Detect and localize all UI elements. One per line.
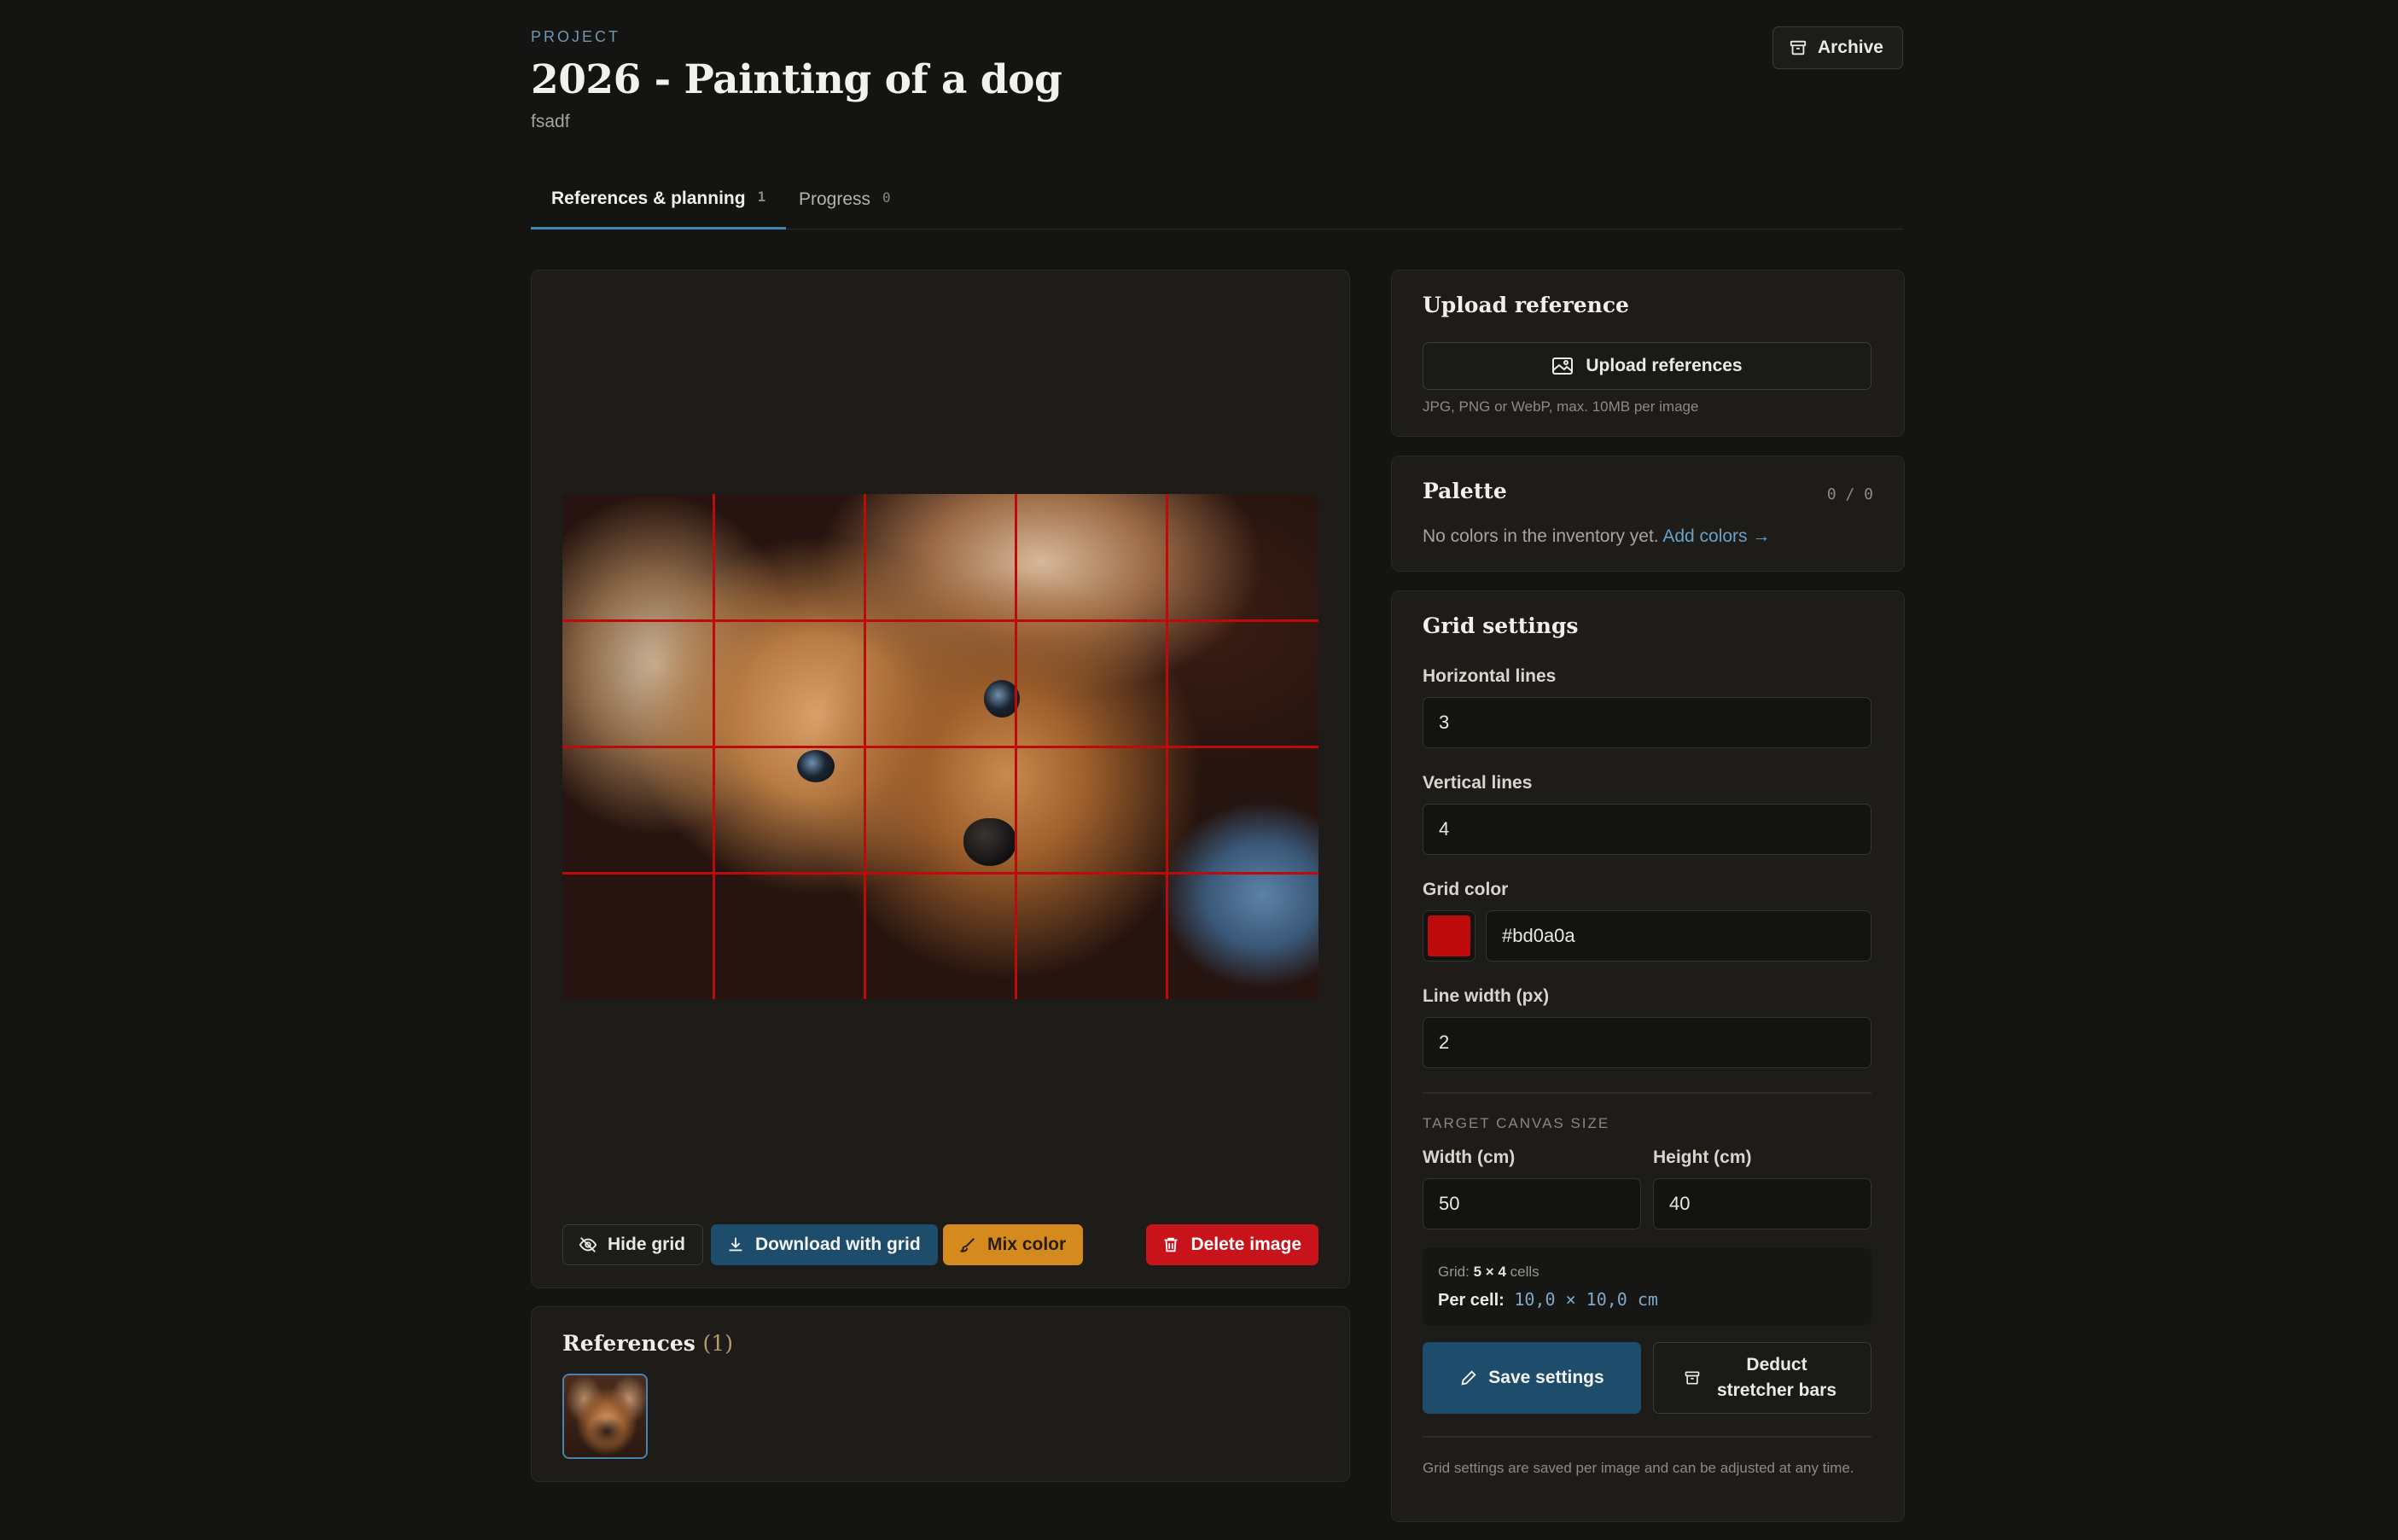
references-title: References (1): [562, 1331, 733, 1356]
section-divider: [1423, 1436, 1871, 1438]
mix-color-label: Mix color: [987, 1235, 1067, 1254]
line-width-input[interactable]: 2: [1423, 1017, 1871, 1068]
hide-grid-label: Hide grid: [608, 1235, 686, 1254]
trash-icon: [1161, 1235, 1180, 1254]
per-cell-value: 10,0 × 10,0 cm: [1514, 1289, 1658, 1310]
upload-reference-card: Upload reference Upload references JPG, …: [1391, 270, 1905, 437]
grid-line-horizontal: [562, 619, 1318, 622]
archive-icon: [1789, 38, 1807, 57]
canvas-width-input[interactable]: 50: [1423, 1178, 1641, 1229]
horizontal-lines-input[interactable]: 3: [1423, 697, 1871, 748]
image-action-bar: Hide grid Download with grid Mix color D…: [562, 1224, 1318, 1265]
brush-icon: [958, 1235, 977, 1254]
grid-cell-count: Grid: 5 × 4 cells: [1438, 1264, 1539, 1281]
grid-settings-footnote: Grid settings are saved per image and ca…: [1423, 1460, 1854, 1476]
canvas-width-label: Width (cm): [1423, 1148, 1516, 1167]
page-title: 2026 - Painting of a dog: [531, 56, 1062, 103]
deduct-stretcher-bars-button[interactable]: Deduct stretcher bars: [1653, 1342, 1871, 1414]
tab-bar: References & planning 1 Progress 0: [531, 171, 1903, 230]
vertical-lines-input[interactable]: 4: [1423, 804, 1871, 855]
project-eyebrow: PROJECT: [531, 28, 621, 45]
dog-nose: [963, 818, 1016, 866]
image-viewer-card: Hide grid Download with grid Mix color D…: [531, 270, 1350, 1288]
palette-count: 0 / 0: [1826, 485, 1873, 503]
grid-line-horizontal: [562, 872, 1318, 875]
section-divider: [1423, 1092, 1871, 1094]
per-cell-label: Per cell:: [1438, 1291, 1505, 1310]
grid-summary-rows: 4: [1498, 1264, 1506, 1280]
grid-summary-cols: 5: [1473, 1264, 1482, 1280]
archive-label: Archive: [1817, 38, 1883, 57]
grid-summary-times: ×: [1485, 1264, 1494, 1280]
download-with-grid-button[interactable]: Download with grid: [711, 1224, 938, 1265]
upload-hint: JPG, PNG or WebP, max. 10MB per image: [1423, 398, 1699, 415]
tab-references-planning[interactable]: References & planning 1: [531, 171, 787, 230]
grid-color-swatch-fill: [1428, 915, 1470, 956]
grid-color-label: Grid color: [1423, 880, 1509, 899]
grid-color-hex-input[interactable]: #bd0a0a: [1486, 910, 1871, 962]
save-settings-button[interactable]: Save settings: [1423, 1342, 1641, 1414]
download-icon: [726, 1235, 745, 1254]
hide-grid-button[interactable]: Hide grid: [562, 1224, 704, 1265]
archive-icon: [1684, 1369, 1701, 1386]
palette-title: Palette: [1423, 479, 1507, 503]
horizontal-lines-label: Horizontal lines: [1423, 666, 1557, 686]
references-count: (1): [702, 1331, 733, 1356]
grid-line-horizontal: [562, 746, 1318, 748]
grid-summary: Grid: 5 × 4 cells Per cell: 10,0 × 10,0 …: [1423, 1248, 1871, 1325]
mix-color-button[interactable]: Mix color: [943, 1224, 1084, 1265]
references-card: References (1): [531, 1306, 1350, 1482]
download-label: Download with grid: [755, 1235, 921, 1254]
palette-empty-message: No colors in the inventory yet. Add colo…: [1423, 526, 1770, 547]
tab-count: 1: [757, 188, 766, 205]
upload-references-label: Upload references: [1586, 356, 1743, 375]
pencil-icon: [1459, 1369, 1478, 1387]
reference-image[interactable]: [562, 494, 1318, 999]
tab-label: References & planning: [551, 189, 746, 208]
tab-progress[interactable]: Progress 0: [799, 171, 891, 229]
tab-label: Progress: [799, 189, 871, 209]
add-colors-link[interactable]: Add colors →: [1662, 526, 1770, 546]
archive-button[interactable]: Archive: [1772, 26, 1903, 69]
per-cell-size: Per cell: 10,0 × 10,0 cm: [1438, 1289, 1658, 1310]
tab-count: 0: [882, 189, 891, 206]
palette-empty-text: No colors in the inventory yet.: [1423, 526, 1659, 546]
dog-eye-left: [797, 750, 835, 782]
canvas-height-input[interactable]: 40: [1653, 1178, 1871, 1229]
project-description: fsadf: [531, 112, 570, 131]
image-icon: [1551, 357, 1574, 375]
eye-off-icon: [579, 1235, 597, 1254]
line-width-label: Line width (px): [1423, 986, 1550, 1006]
palette-card: Palette 0 / 0 No colors in the inventory…: [1391, 456, 1905, 572]
upload-title: Upload reference: [1423, 293, 1629, 317]
reference-thumbnail[interactable]: [562, 1374, 648, 1459]
vertical-lines-label: Vertical lines: [1423, 773, 1533, 793]
grid-summary-label: Grid:: [1438, 1264, 1470, 1280]
grid-settings-card: Grid settings Horizontal lines 3 Vertica…: [1391, 590, 1905, 1522]
canvas-height-label: Height (cm): [1653, 1148, 1752, 1167]
deduct-stretcher-bars-label: Deduct stretcher bars: [1716, 1355, 1837, 1400]
references-title-text: References: [562, 1331, 696, 1356]
save-settings-label: Save settings: [1488, 1368, 1604, 1387]
delete-image-button[interactable]: Delete image: [1146, 1224, 1318, 1265]
grid-color-swatch[interactable]: [1423, 910, 1475, 962]
target-canvas-size-caption: TARGET CANVAS SIZE: [1423, 1115, 1610, 1131]
grid-settings-title: Grid settings: [1423, 613, 1579, 638]
grid-summary-cells: cells: [1510, 1264, 1539, 1280]
delete-image-label: Delete image: [1190, 1235, 1301, 1254]
upload-references-button[interactable]: Upload references: [1423, 342, 1871, 390]
